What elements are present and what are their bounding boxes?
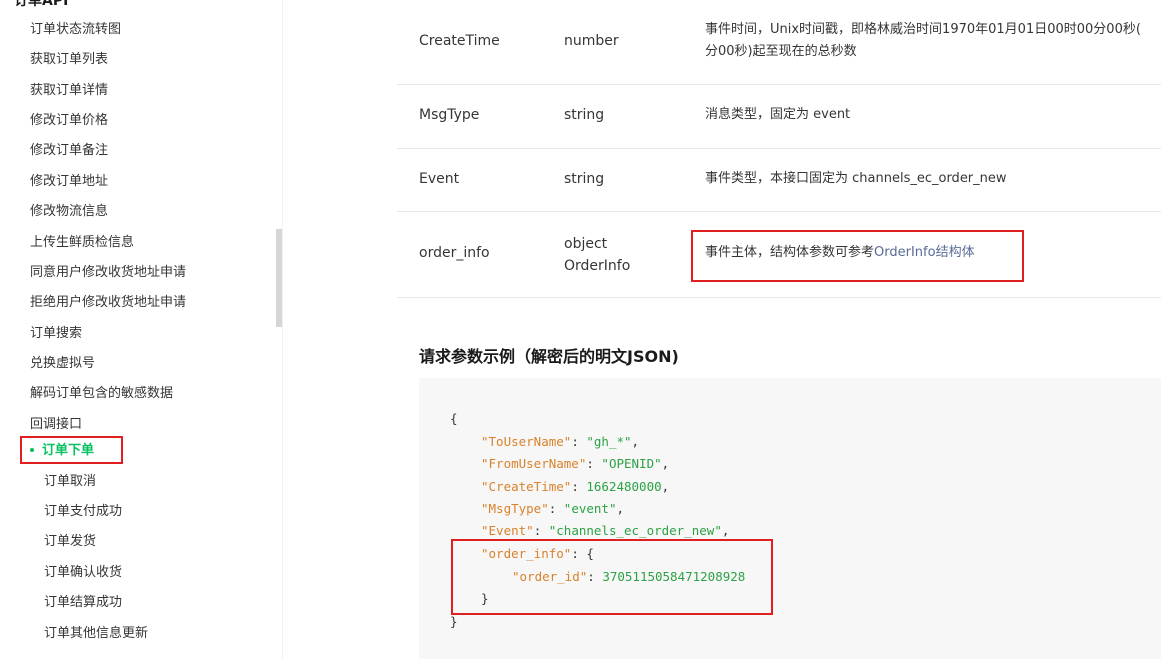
order-info-desc-highlight-box <box>691 230 1024 282</box>
param-name: MsgType <box>419 107 480 123</box>
sidebar-item-modify-logistics[interactable]: 修改物流信息 <box>30 203 108 221</box>
json-code-block: { "ToUserName": "gh_*", "FromUserName": … <box>419 378 1161 659</box>
code-line: "MsgType": "event", <box>481 501 625 516</box>
sidebar-nav: 订单API 订单状态流转图 获取订单列表 获取订单详情 修改订单价格 修改订单备… <box>0 0 276 659</box>
param-desc: 消息类型，固定为 event <box>705 107 851 122</box>
sidebar-item-order-other-update[interactable]: 订单其他信息更新 <box>44 625 148 643</box>
param-name: CreateTime <box>419 33 500 49</box>
param-desc-line: 分00秒)起至现在的总秒数 <box>705 44 857 59</box>
code-line: "Event": "channels_ec_order_new", <box>481 523 730 538</box>
sidebar-item-order-search[interactable]: 订单搜索 <box>30 325 82 343</box>
param-type: string <box>564 171 605 187</box>
code-line: { <box>450 411 458 426</box>
sidebar-item-modify-order-price[interactable]: 修改订单价格 <box>30 112 108 130</box>
code-line: "ToUserName": "gh_*", <box>481 434 640 449</box>
sidebar-active-highlight-box <box>20 436 123 464</box>
sidebar-item-order-shipped[interactable]: 订单发货 <box>44 533 96 551</box>
sidebar-item-order-status-flow[interactable]: 订单状态流转图 <box>30 21 121 39</box>
sidebar-item-modify-order-note[interactable]: 修改订单备注 <box>30 142 108 160</box>
sidebar-divider <box>282 0 283 659</box>
param-name: Event <box>419 171 460 187</box>
sidebar-item-callback[interactable]: 回调接口 <box>30 416 82 434</box>
param-name: order_info <box>419 245 490 261</box>
request-example-title: 请求参数示例（解密后的明文JSON) <box>419 347 679 366</box>
sidebar-item-order-confirm-receipt[interactable]: 订单确认收货 <box>44 564 122 582</box>
sidebar-item-get-order-list[interactable]: 获取订单列表 <box>30 51 108 69</box>
sidebar-item-order-cancel[interactable]: 订单取消 <box>44 473 96 491</box>
param-type: number <box>564 33 619 49</box>
sidebar-item-reject-address-change[interactable]: 拒绝用户修改收货地址申请 <box>30 294 186 312</box>
table-row: Event string 事件类型，本接口固定为 channels_ec_ord… <box>397 149 1161 212</box>
sidebar-item-virtual-number[interactable]: 兑换虚拟号 <box>30 355 95 373</box>
param-type: string <box>564 107 605 123</box>
param-desc: 事件时间，Unix时间戳，即格林威治时间1970年01月01日00时00分00秒… <box>705 19 1141 63</box>
sidebar-item-order-paid[interactable]: 订单支付成功 <box>44 503 122 521</box>
sidebar-item-get-order-detail[interactable]: 获取订单详情 <box>30 82 108 100</box>
code-line: } <box>450 614 458 629</box>
param-type-line: object <box>564 236 608 252</box>
param-type-line: OrderInfo <box>564 258 631 274</box>
sidebar-heading: 订单API <box>14 0 69 9</box>
param-desc: 事件类型，本接口固定为 channels_ec_order_new <box>705 171 1007 186</box>
param-type: object OrderInfo <box>564 233 630 277</box>
sidebar-item-decode-sensitive-data[interactable]: 解码订单包含的敏感数据 <box>30 385 173 403</box>
sidebar-item-upload-fresh-inspection[interactable]: 上传生鲜质检信息 <box>30 234 134 252</box>
code-line: "FromUserName": "OPENID", <box>481 456 670 471</box>
table-row: CreateTime number 事件时间，Unix时间戳，即格林威治时间19… <box>397 0 1161 85</box>
sidebar-item-order-settled[interactable]: 订单结算成功 <box>44 594 122 612</box>
sidebar-item-approve-address-change[interactable]: 同意用户修改收货地址申请 <box>30 264 186 282</box>
code-line: "CreateTime": 1662480000, <box>481 479 670 494</box>
sidebar-item-modify-order-address[interactable]: 修改订单地址 <box>30 173 108 191</box>
order-info-code-highlight-box <box>451 539 773 615</box>
table-row: MsgType string 消息类型，固定为 event <box>397 85 1161 149</box>
param-desc-line: 事件时间，Unix时间戳，即格林威治时间1970年01月01日00时00分00秒… <box>705 22 1141 37</box>
